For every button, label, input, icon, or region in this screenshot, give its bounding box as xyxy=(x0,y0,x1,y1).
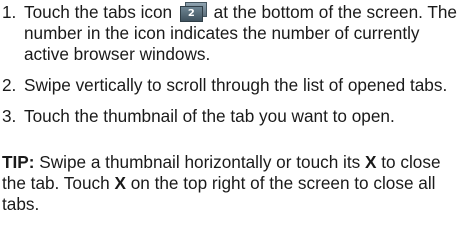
step-1: 1. Touch the tabs icon 2 at the bottom o… xyxy=(0,2,462,65)
step-number: 1. xyxy=(2,2,17,22)
step-text-before-icon: Touch the tabs icon xyxy=(24,2,173,22)
step-number: 3. xyxy=(2,106,17,126)
manual-page: 1. Touch the tabs icon 2 at the bottom o… xyxy=(0,0,468,242)
tabs-icon-count: 2 xyxy=(179,6,203,22)
tip-text-1: Swipe a thumbnail horizontally or touch … xyxy=(39,152,361,172)
tip-x-2: X xyxy=(114,173,126,193)
tip-paragraph: TIP: Swipe a thumbnail horizontally or t… xyxy=(2,152,464,215)
step-text: Touch the thumbnail of the tab you want … xyxy=(24,106,395,126)
tip-x-1: X xyxy=(365,152,377,172)
tabs-icon: 2 xyxy=(179,2,207,22)
tip-label: TIP: xyxy=(2,152,35,172)
step-text: Swipe vertically to scroll through the l… xyxy=(24,75,448,95)
step-number: 2. xyxy=(2,75,17,95)
step-2: 2. Swipe vertically to scroll through th… xyxy=(0,75,462,96)
instruction-steps: 1. Touch the tabs icon 2 at the bottom o… xyxy=(0,2,468,127)
step-3: 3. Touch the thumbnail of the tab you wa… xyxy=(0,106,462,127)
